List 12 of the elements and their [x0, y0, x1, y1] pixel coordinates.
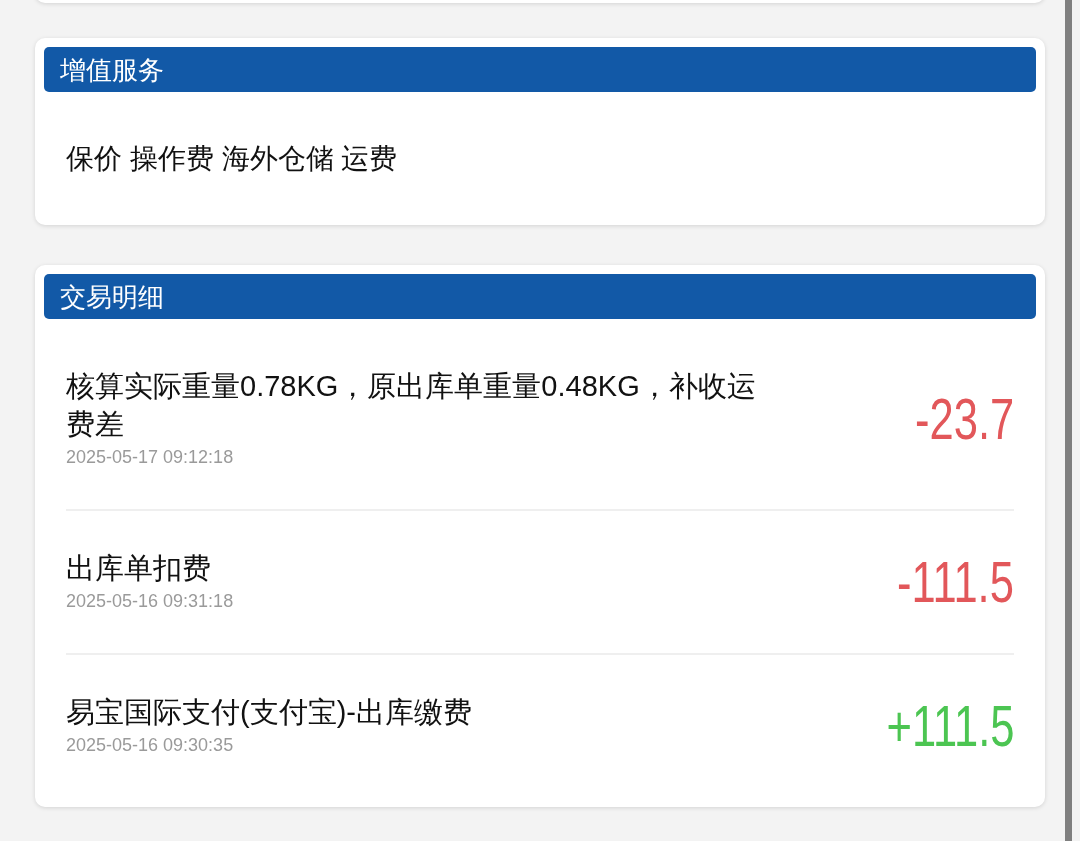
transaction-time: 2025-05-16 09:31:18	[66, 590, 234, 613]
section-title: 交易明细	[60, 280, 164, 314]
section-title: 增值服务	[60, 53, 164, 87]
transaction-description: 核算实际重量0.78KG，原出库单重量0.48KG，补收运费差	[66, 369, 757, 442]
transaction-description: 出库单扣费	[66, 551, 211, 586]
transaction-amount: -23.7	[914, 387, 1014, 451]
transaction-time: 2025-05-16 09:30:35	[66, 734, 234, 757]
service-list-text: 保价 操作费 海外仓储 运费	[66, 141, 398, 176]
transaction-time: 2025-05-17 09:12:18	[66, 446, 234, 469]
transaction-amount: -111.5	[897, 550, 1014, 614]
transaction-amount: +111.5	[886, 694, 1014, 758]
transaction-description: 易宝国际支付(支付宝)-出库缴费	[66, 695, 472, 730]
